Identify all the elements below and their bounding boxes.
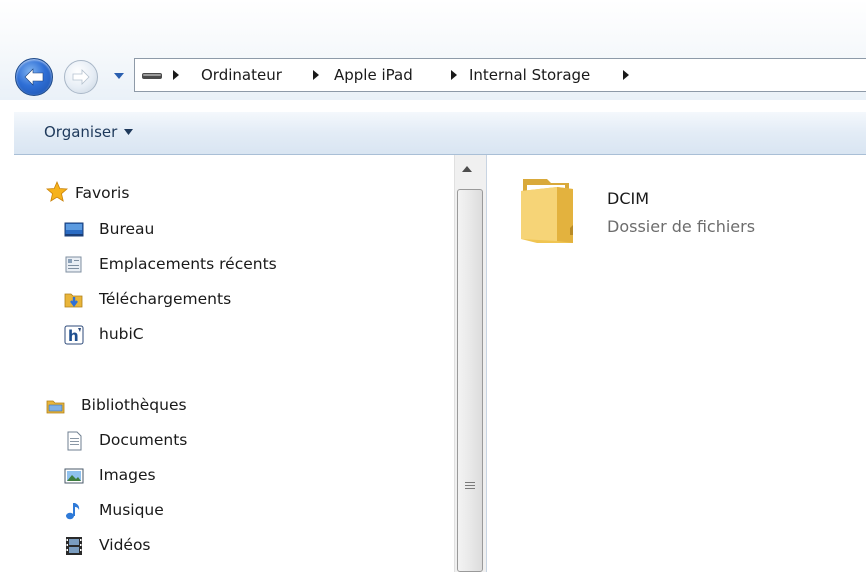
nav-libraries-label: Bibliothèques (81, 396, 187, 414)
nav-libraries[interactable]: Bibliothèques (14, 391, 234, 419)
desktop-icon (64, 222, 84, 237)
libraries-icon (46, 400, 65, 414)
nav-item-label: Images (99, 466, 156, 484)
forward-arrow-icon (72, 69, 90, 85)
nav-item-bureau[interactable]: Bureau (14, 215, 214, 243)
chevron-right-icon[interactable] (312, 69, 320, 81)
title-bar: Ordinateur Apple iPad Internal Storage (0, 0, 866, 100)
navigation-pane-scrollbar[interactable] (454, 155, 486, 572)
breadcrumb-apple-ipad[interactable]: Apple iPad (334, 65, 413, 85)
recent-pages-dropdown-icon[interactable] (114, 72, 124, 80)
nav-item-label: Emplacements récents (99, 255, 277, 273)
nav-item-videos[interactable]: Vidéos (14, 531, 214, 559)
breadcrumb-internal-storage[interactable]: Internal Storage (469, 65, 590, 85)
breadcrumb-ordinateur[interactable]: Ordinateur (201, 65, 282, 85)
nav-item-music[interactable]: Musique (14, 496, 214, 524)
drive-icon (142, 73, 162, 79)
videos-icon (66, 537, 82, 555)
nav-item-label: Téléchargements (99, 290, 232, 308)
nav-item-hubic[interactable]: h hubiC (14, 320, 214, 348)
documents-icon (67, 431, 82, 451)
navigation-pane: Favoris Bureau Emplacements récents Télé… (14, 155, 454, 572)
scrollbar-thumb[interactable] (457, 189, 483, 572)
thumb-grip-line (465, 485, 475, 486)
nav-item-images[interactable]: Images (14, 461, 214, 489)
address-bar[interactable]: Ordinateur Apple iPad Internal Storage (134, 58, 866, 92)
downloads-icon (64, 293, 83, 308)
nav-item-downloads[interactable]: Téléchargements (14, 285, 274, 313)
back-arrow-icon (24, 68, 44, 86)
chevron-right-icon[interactable] (172, 69, 180, 81)
nav-item-recent-places[interactable]: Emplacements récents (14, 250, 314, 278)
nav-item-documents[interactable]: Documents (14, 426, 214, 454)
scroll-up-arrow-icon[interactable] (461, 165, 473, 173)
file-item-dcim[interactable]: DCIM Dossier de fichiers (487, 155, 866, 255)
thumb-grip-line (465, 488, 475, 489)
folder-icon (521, 179, 573, 243)
chevron-down-icon[interactable] (124, 129, 133, 135)
content-pane: DCIM Dossier de fichiers (487, 155, 866, 572)
file-name: DCIM (607, 189, 650, 208)
svg-text:h: h (68, 327, 79, 345)
back-button[interactable] (15, 58, 53, 96)
nav-favorites-label: Favoris (75, 184, 130, 202)
nav-item-label: hubiC (99, 325, 144, 343)
music-icon (66, 503, 80, 520)
command-toolbar: Organiser (14, 111, 866, 155)
nav-item-label: Bureau (99, 220, 155, 238)
star-icon (46, 181, 68, 202)
nav-favorites[interactable]: Favoris (14, 179, 214, 207)
hubic-icon: h (64, 325, 84, 345)
nav-item-label: Documents (99, 431, 188, 449)
file-type: Dossier de fichiers (607, 217, 756, 236)
chevron-right-icon[interactable] (450, 69, 458, 81)
images-icon (64, 468, 84, 484)
organise-button[interactable]: Organiser (44, 122, 117, 142)
nav-item-label: Musique (99, 501, 164, 519)
thumb-grip-line (465, 482, 475, 483)
chevron-right-icon[interactable] (622, 69, 630, 81)
recent-places-icon (65, 256, 82, 273)
nav-item-label: Vidéos (99, 536, 151, 554)
forward-button[interactable] (64, 60, 98, 94)
